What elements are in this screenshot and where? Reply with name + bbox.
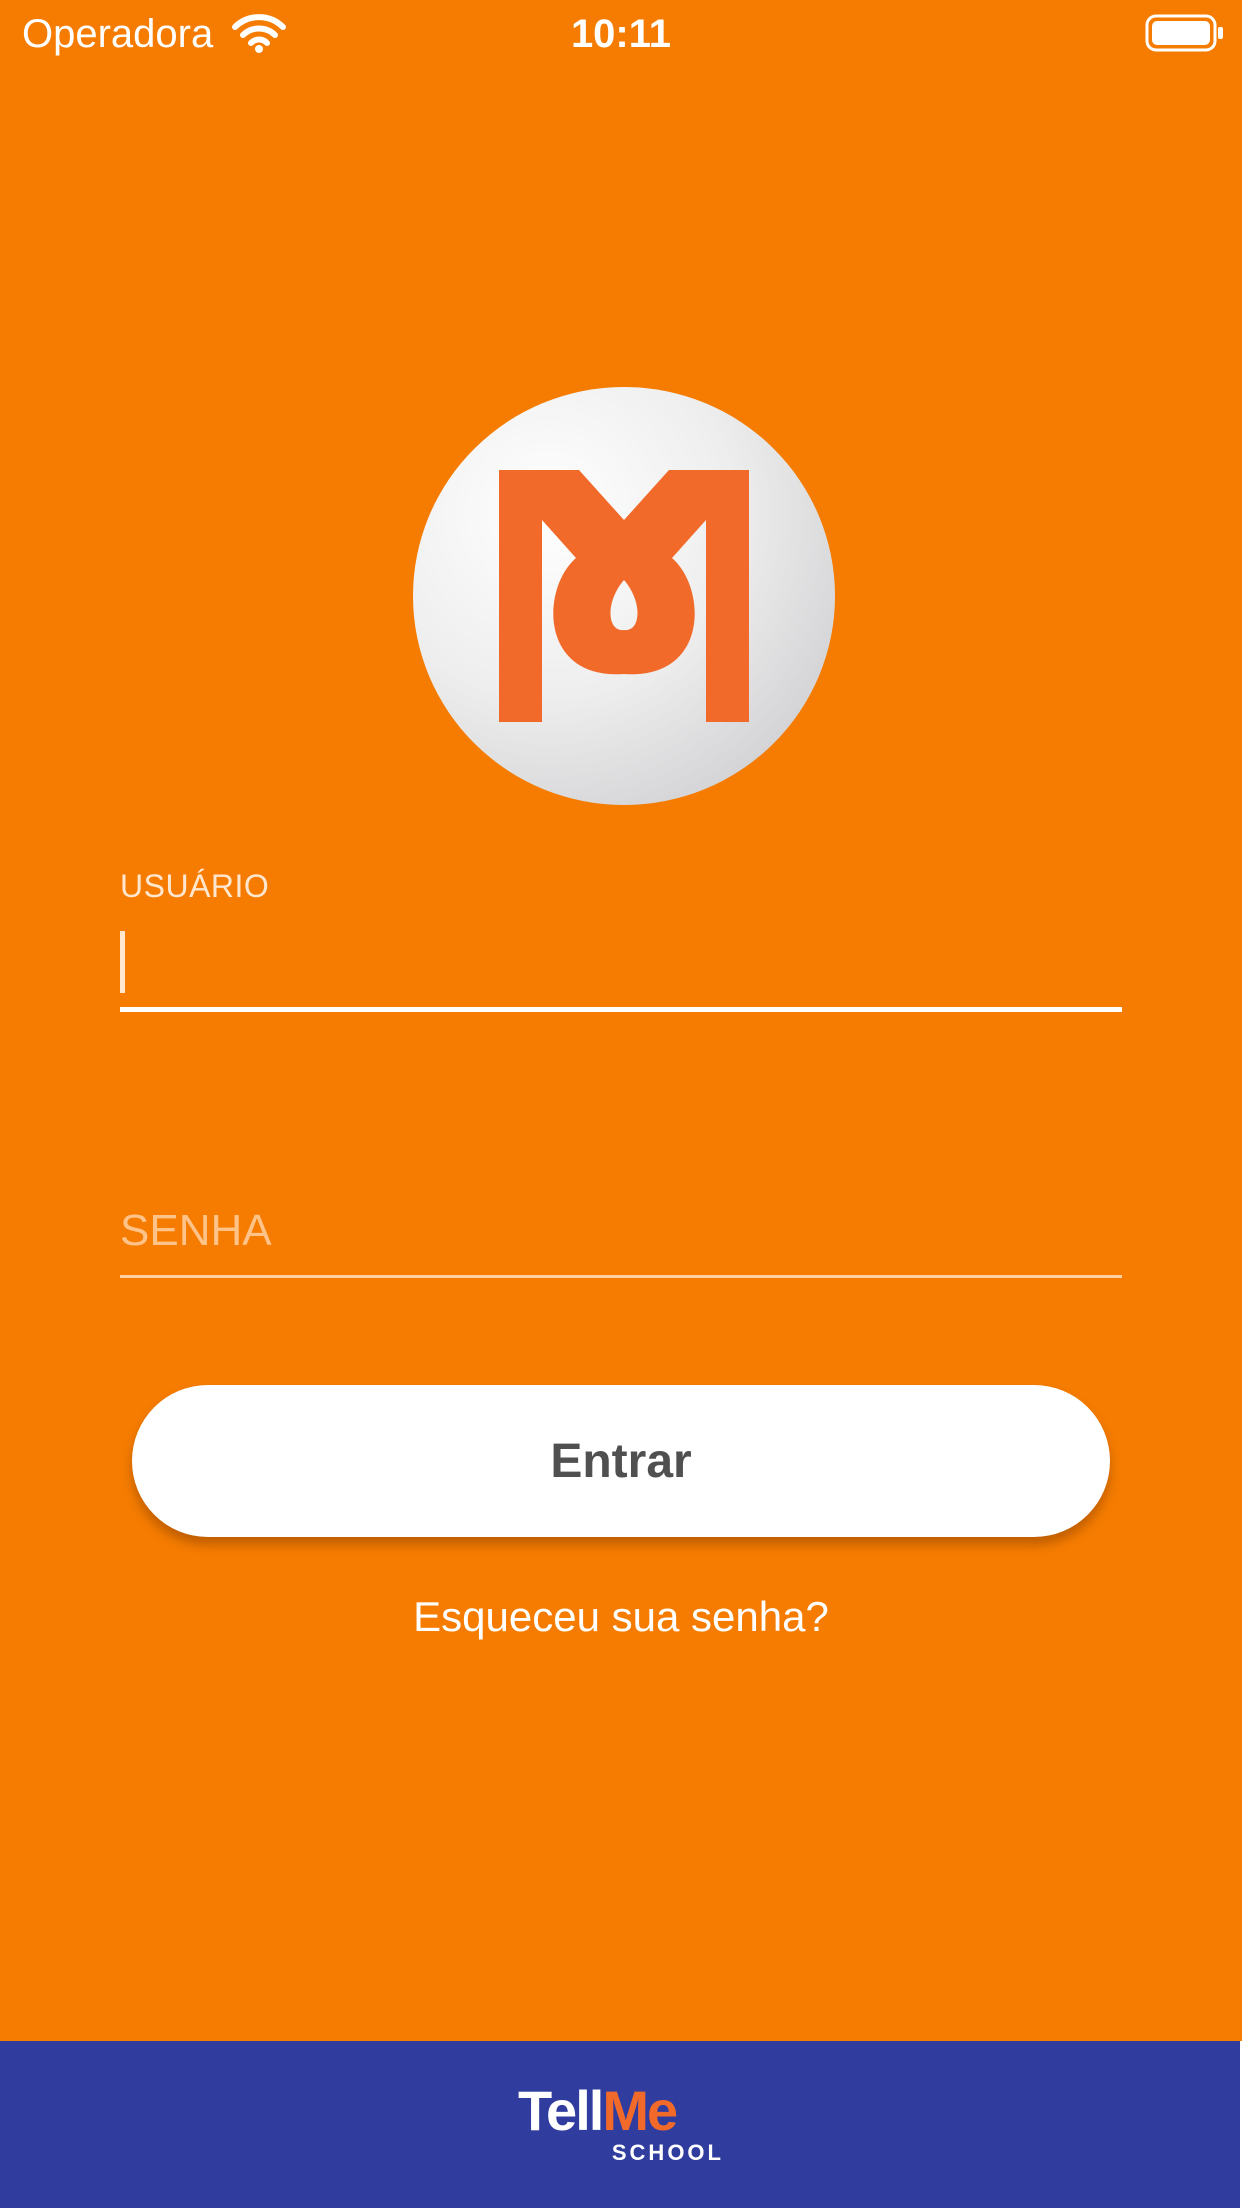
password-field[interactable] <box>120 1188 1122 1278</box>
app-logo <box>413 387 835 805</box>
battery-full-icon <box>1145 14 1223 52</box>
brand-wordmark: TellMe <box>518 2079 678 2142</box>
tellme-m-logo-icon <box>499 470 749 722</box>
password-input[interactable] <box>120 1188 1122 1274</box>
brand-word-me: Me <box>602 2079 678 2142</box>
brand-word-tell: Tell <box>518 2079 604 2142</box>
text-cursor <box>120 931 125 993</box>
brand-subtitle: SCHOOL <box>611 2140 724 2165</box>
tellme-school-logo: TellMe SCHOOL <box>518 2080 728 2170</box>
status-bar: Operadora 10:11 <box>0 0 1242 66</box>
status-time: 10:11 <box>570 12 672 56</box>
forgot-password-link[interactable]: Esqueceu sua senha? <box>0 1590 1242 1644</box>
username-label: USUÁRIO <box>120 868 270 904</box>
username-input[interactable] <box>120 924 1122 1004</box>
username-field[interactable] <box>120 924 1122 1012</box>
enter-button[interactable]: Entrar <box>132 1385 1110 1537</box>
